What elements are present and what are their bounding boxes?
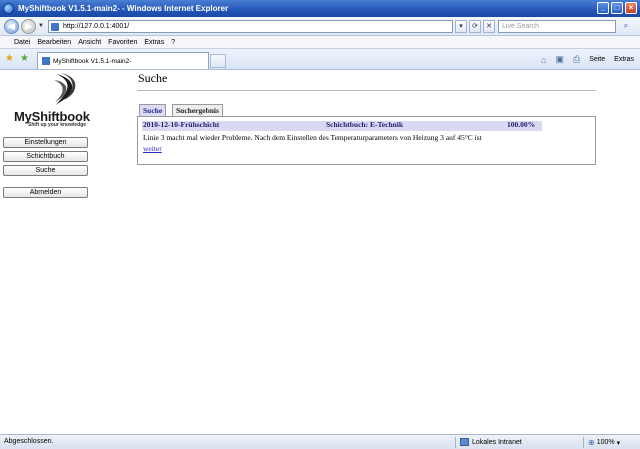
zoom-control[interactable]: ⊕ 100% ▾: [588, 438, 620, 447]
tab-page-icon: [42, 57, 50, 65]
result-text: Linie 3 macht mal wieder Probleme. Nach …: [143, 133, 482, 142]
search-input[interactable]: Live Search: [498, 20, 616, 33]
window-titlebar: MyShiftbook V1.5.1-main2- - Windows Inte…: [0, 0, 640, 17]
close-button[interactable]: ×: [625, 2, 637, 14]
address-url[interactable]: http://127.0.0.1:4001/: [63, 23, 129, 30]
result-date: 2010-12-10-Frühschicht: [143, 120, 220, 129]
page-icon: [51, 22, 59, 31]
result-score: 100.00%: [507, 120, 536, 129]
intranet-zone-icon: [460, 438, 469, 446]
search-icon[interactable]: ⌕: [619, 20, 633, 33]
tab-suchergebnis[interactable]: Suchergebnis: [172, 104, 223, 116]
zone-label: Lokales Intranet: [472, 438, 522, 446]
back-button[interactable]: ◀: [4, 19, 19, 34]
browser-tab[interactable]: MyShiftbook V1.5.1-main2-: [37, 52, 209, 69]
menu-bar: Datei Bearbeiten Ansicht Favoriten Extra…: [0, 36, 640, 49]
result-more-link[interactable]: weiter: [143, 144, 162, 153]
security-zone[interactable]: Lokales Intranet: [460, 438, 522, 446]
status-bar: Abgeschlossen. Lokales Intranet ⊕ 100% ▾: [0, 434, 640, 449]
status-text: Abgeschlossen.: [4, 438, 54, 445]
abmelden-button[interactable]: Abmelden: [3, 187, 88, 198]
schichtbuch-button[interactable]: Schichtbuch: [3, 151, 88, 162]
einstellungen-button[interactable]: Einstellungen: [3, 137, 88, 148]
brand-tagline: Shift up your knowledge: [28, 122, 87, 128]
menu-ansicht[interactable]: Ansicht: [78, 39, 101, 46]
menu-extras[interactable]: Extras: [144, 39, 164, 46]
feeds-icon[interactable]: ▣: [555, 54, 564, 65]
address-toolbar: ◀ ▶ ▼ http://127.0.0.1:4001/ ▾ ⟳ ✕ Live …: [0, 17, 640, 36]
menu-help[interactable]: ?: [171, 39, 175, 46]
favorites-star-icon[interactable]: ★: [5, 53, 14, 64]
menu-favoriten[interactable]: Favoriten: [108, 39, 137, 46]
window-title: MyShiftbook V1.5.1-main2- - Windows Inte…: [18, 4, 229, 13]
forward-button[interactable]: ▶: [21, 19, 36, 34]
zoom-dropdown-icon[interactable]: ▾: [617, 439, 621, 447]
result-book: Schichtbuch: E-Technik: [326, 120, 404, 129]
zoom-level: 100%: [596, 439, 615, 446]
myshiftbook-logo-icon: [54, 73, 76, 105]
window-controls: _ □ ×: [597, 2, 637, 14]
stop-icon[interactable]: ✕: [483, 20, 495, 33]
zoom-icon: ⊕: [588, 438, 595, 447]
menu-bearbeiten[interactable]: Bearbeiten: [37, 39, 71, 46]
maximize-button[interactable]: □: [611, 2, 623, 14]
tab-toolbar: ★ ★ MyShiftbook V1.5.1-main2- ⌂ ▣ ⎙ Seit…: [0, 49, 640, 70]
extras-menu[interactable]: Extras: [614, 56, 634, 63]
home-icon[interactable]: ⌂: [541, 55, 546, 65]
add-favorite-icon[interactable]: ★: [20, 53, 29, 64]
menu-datei[interactable]: Datei: [14, 39, 30, 46]
status-divider: [583, 437, 584, 448]
ie-app-icon: [3, 3, 14, 14]
status-divider: [455, 437, 456, 448]
history-dropdown-icon[interactable]: ▼: [38, 23, 44, 29]
address-field[interactable]: http://127.0.0.1:4001/: [48, 20, 453, 33]
page-title: Suche: [138, 71, 168, 85]
page-menu[interactable]: Seite: [589, 56, 605, 63]
tab-suche[interactable]: Suche: [139, 104, 167, 116]
new-tab-button[interactable]: [210, 54, 226, 68]
tab-label: MyShiftbook V1.5.1-main2-: [53, 57, 132, 65]
title-divider: [137, 90, 596, 91]
refresh-icon[interactable]: ⟳: [469, 20, 481, 33]
command-bar: ⌂ ▣ ⎙ Seite Extras: [541, 54, 634, 65]
suche-button[interactable]: Suche: [3, 165, 88, 176]
address-dropdown-icon[interactable]: ▾: [455, 20, 467, 33]
print-icon[interactable]: ⎙: [573, 54, 580, 65]
minimize-button[interactable]: _: [597, 2, 609, 14]
